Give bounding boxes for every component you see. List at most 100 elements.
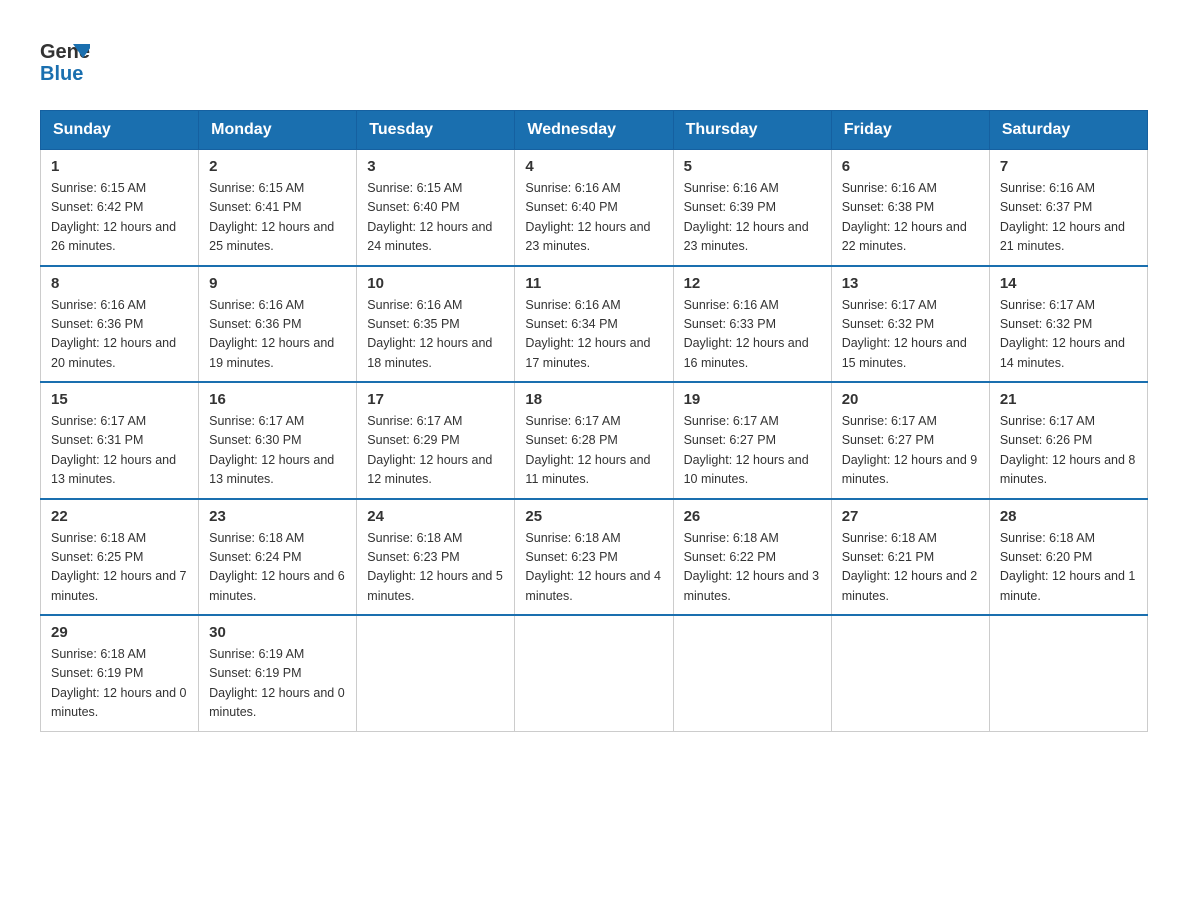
calendar-day-cell: 15 Sunrise: 6:17 AMSunset: 6:31 PMDayligh… [41,382,199,499]
calendar-day-cell [831,615,989,731]
calendar-day-cell: 21 Sunrise: 6:17 AMSunset: 6:26 PMDayligh… [989,382,1147,499]
calendar-day-cell: 3Sunrise: 6:15 AMSunset: 6:40 PMDaylight… [357,150,515,266]
calendar-day-cell: 7 Sunrise: 6:16 AMSunset: 6:37 PMDaylight… [989,150,1147,266]
day-number: 27 [842,508,979,525]
day-number: 14 [1000,275,1137,292]
day-info: Sunrise: 6:17 AMSunset: 6:29 PMDaylight:… [367,412,504,490]
calendar-day-cell: 23Sunrise: 6:18 AMSunset: 6:24 PMDayligh… [199,499,357,616]
day-number: 15 [51,391,188,408]
calendar-week-row: 29Sunrise: 6:18 AMSunset: 6:19 PMDayligh… [41,615,1148,731]
calendar-header-row: SundayMondayTuesdayWednesdayThursdayFrid… [41,111,1148,150]
day-number: 4 [525,158,662,175]
svg-text:Blue: Blue [40,63,83,85]
day-info: Sunrise: 6:15 AMSunset: 6:40 PMDaylight:… [367,179,504,257]
day-info: Sunrise: 6:17 AMSunset: 6:31 PMDaylight:… [51,412,188,490]
calendar-week-row: 1 Sunrise: 6:15 AMSunset: 6:42 PMDaylight… [41,150,1148,266]
calendar-table: SundayMondayTuesdayWednesdayThursdayFrid… [40,110,1148,732]
calendar-day-cell: 11 Sunrise: 6:16 AMSunset: 6:34 PMDayligh… [515,266,673,383]
day-info: Sunrise: 6:17 AMSunset: 6:27 PMDaylight:… [842,412,979,490]
page-header: General Blue [40,30,1148,90]
calendar-day-cell: 14 Sunrise: 6:17 AMSunset: 6:32 PMDayligh… [989,266,1147,383]
day-info: Sunrise: 6:18 AMSunset: 6:20 PMDaylight:… [1000,529,1137,607]
day-info: Sunrise: 6:17 AMSunset: 6:32 PMDaylight:… [842,296,979,374]
calendar-day-cell: 5 Sunrise: 6:16 AMSunset: 6:39 PMDaylight… [673,150,831,266]
day-number: 18 [525,391,662,408]
day-number: 30 [209,624,346,641]
calendar-day-cell [357,615,515,731]
col-header-sunday: Sunday [41,111,199,150]
calendar-day-cell: 17Sunrise: 6:17 AMSunset: 6:29 PMDayligh… [357,382,515,499]
day-number: 7 [1000,158,1137,175]
calendar-day-cell: 20Sunrise: 6:17 AMSunset: 6:27 PMDayligh… [831,382,989,499]
day-info: Sunrise: 6:16 AMSunset: 6:35 PMDaylight:… [367,296,504,374]
day-number: 11 [525,275,662,292]
calendar-day-cell: 10 Sunrise: 6:16 AMSunset: 6:35 PMDayligh… [357,266,515,383]
day-info: Sunrise: 6:18 AMSunset: 6:25 PMDaylight:… [51,529,188,607]
day-info: Sunrise: 6:16 AMSunset: 6:33 PMDaylight:… [684,296,821,374]
calendar-day-cell: 16Sunrise: 6:17 AMSunset: 6:30 PMDayligh… [199,382,357,499]
day-number: 24 [367,508,504,525]
calendar-day-cell: 28 Sunrise: 6:18 AMSunset: 6:20 PMDayligh… [989,499,1147,616]
day-number: 9 [209,275,346,292]
day-number: 25 [525,508,662,525]
day-number: 10 [367,275,504,292]
calendar-day-cell: 9 Sunrise: 6:16 AMSunset: 6:36 PMDaylight… [199,266,357,383]
day-info: Sunrise: 6:18 AMSunset: 6:22 PMDaylight:… [684,529,821,607]
calendar-day-cell: 26 Sunrise: 6:18 AMSunset: 6:22 PMDayligh… [673,499,831,616]
calendar-day-cell: 24 Sunrise: 6:18 AMSunset: 6:23 PMDayligh… [357,499,515,616]
day-number: 2 [209,158,346,175]
calendar-day-cell: 4Sunrise: 6:16 AMSunset: 6:40 PMDaylight… [515,150,673,266]
col-header-monday: Monday [199,111,357,150]
day-number: 21 [1000,391,1137,408]
calendar-day-cell: 27 Sunrise: 6:18 AMSunset: 6:21 PMDayligh… [831,499,989,616]
day-info: Sunrise: 6:17 AMSunset: 6:27 PMDaylight:… [684,412,821,490]
calendar-day-cell: 30 Sunrise: 6:19 AMSunset: 6:19 PMDayligh… [199,615,357,731]
calendar-day-cell: 18 Sunrise: 6:17 AMSunset: 6:28 PMDayligh… [515,382,673,499]
day-info: Sunrise: 6:17 AMSunset: 6:28 PMDaylight:… [525,412,662,490]
day-number: 13 [842,275,979,292]
calendar-day-cell: 29Sunrise: 6:18 AMSunset: 6:19 PMDayligh… [41,615,199,731]
day-info: Sunrise: 6:16 AMSunset: 6:36 PMDaylight:… [209,296,346,374]
day-number: 23 [209,508,346,525]
logo-icon: General Blue [40,30,90,85]
day-info: Sunrise: 6:15 AMSunset: 6:42 PMDaylight:… [51,179,188,257]
day-number: 22 [51,508,188,525]
day-number: 8 [51,275,188,292]
calendar-day-cell: 1 Sunrise: 6:15 AMSunset: 6:42 PMDaylight… [41,150,199,266]
day-info: Sunrise: 6:16 AMSunset: 6:38 PMDaylight:… [842,179,979,257]
day-info: Sunrise: 6:19 AMSunset: 6:19 PMDaylight:… [209,645,346,723]
col-header-tuesday: Tuesday [357,111,515,150]
calendar-week-row: 8 Sunrise: 6:16 AMSunset: 6:36 PMDaylight… [41,266,1148,383]
col-header-friday: Friday [831,111,989,150]
calendar-day-cell: 2 Sunrise: 6:15 AMSunset: 6:41 PMDaylight… [199,150,357,266]
calendar-day-cell: 25Sunrise: 6:18 AMSunset: 6:23 PMDayligh… [515,499,673,616]
day-number: 6 [842,158,979,175]
day-number: 1 [51,158,188,175]
day-number: 19 [684,391,821,408]
day-number: 26 [684,508,821,525]
col-header-saturday: Saturday [989,111,1147,150]
day-info: Sunrise: 6:16 AMSunset: 6:37 PMDaylight:… [1000,179,1137,257]
day-info: Sunrise: 6:17 AMSunset: 6:26 PMDaylight:… [1000,412,1137,490]
col-header-thursday: Thursday [673,111,831,150]
day-number: 28 [1000,508,1137,525]
day-info: Sunrise: 6:17 AMSunset: 6:30 PMDaylight:… [209,412,346,490]
logo: General Blue [40,30,90,90]
day-number: 29 [51,624,188,641]
day-info: Sunrise: 6:16 AMSunset: 6:39 PMDaylight:… [684,179,821,257]
day-info: Sunrise: 6:18 AMSunset: 6:21 PMDaylight:… [842,529,979,607]
calendar-day-cell: 6 Sunrise: 6:16 AMSunset: 6:38 PMDaylight… [831,150,989,266]
calendar-day-cell: 8 Sunrise: 6:16 AMSunset: 6:36 PMDaylight… [41,266,199,383]
day-number: 5 [684,158,821,175]
calendar-day-cell: 13 Sunrise: 6:17 AMSunset: 6:32 PMDayligh… [831,266,989,383]
day-info: Sunrise: 6:16 AMSunset: 6:34 PMDaylight:… [525,296,662,374]
calendar-week-row: 22 Sunrise: 6:18 AMSunset: 6:25 PMDayligh… [41,499,1148,616]
day-info: Sunrise: 6:15 AMSunset: 6:41 PMDaylight:… [209,179,346,257]
calendar-day-cell: 12 Sunrise: 6:16 AMSunset: 6:33 PMDayligh… [673,266,831,383]
day-info: Sunrise: 6:18 AMSunset: 6:23 PMDaylight:… [367,529,504,607]
calendar-day-cell [673,615,831,731]
calendar-day-cell [515,615,673,731]
day-info: Sunrise: 6:16 AMSunset: 6:36 PMDaylight:… [51,296,188,374]
day-number: 12 [684,275,821,292]
day-info: Sunrise: 6:17 AMSunset: 6:32 PMDaylight:… [1000,296,1137,374]
